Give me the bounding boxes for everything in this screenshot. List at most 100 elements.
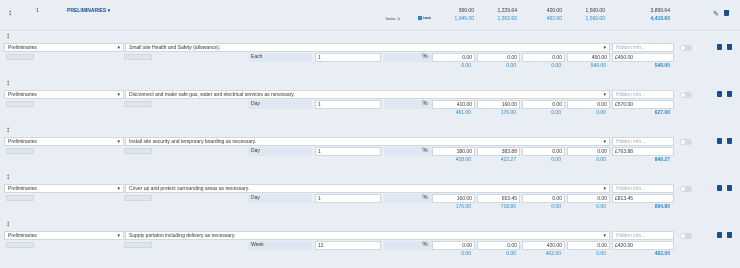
drag-handle-icon[interactable]: ↕ [6, 220, 10, 228]
tag-pill-1[interactable] [6, 101, 34, 107]
category-select[interactable]: Preliminaries ▾ [4, 43, 124, 52]
subcontractor-cost-value: 0.00 [597, 196, 607, 202]
tag-pill-2[interactable] [124, 195, 152, 201]
unit-field[interactable]: Day [248, 194, 312, 203]
header-value-2: 1,229.64 [497, 8, 517, 14]
category-select[interactable]: Preliminaries ▾ [4, 90, 124, 99]
unit-value: Day [251, 101, 260, 107]
drag-handle-icon[interactable]: ↕ [6, 126, 10, 134]
unit-field[interactable]: Each [248, 53, 312, 62]
subcontractor-cost-input[interactable]: 0.00 [567, 241, 610, 250]
materials-markup: 718.80 [500, 204, 516, 210]
category-select[interactable]: Preliminaries ▾ [4, 231, 124, 240]
subcontractor-cost-input[interactable]: 0.00 [567, 147, 610, 156]
copy-icon[interactable] [717, 232, 722, 238]
hidden-info-input[interactable]: Hidden info... [612, 90, 674, 99]
materials-cost-input[interactable]: 653.45 [477, 194, 520, 203]
header-markup-1: 1,045.00 [454, 16, 474, 22]
quantity-value: 1 [318, 196, 321, 202]
plant-cost-input[interactable]: 420.00 [522, 241, 565, 250]
quantity-input[interactable]: 12 [315, 241, 381, 250]
plant-cost-input[interactable]: 0.00 [522, 147, 565, 156]
tag-pill-1[interactable] [6, 242, 34, 248]
hidden-info-input[interactable]: Hidden info... [612, 137, 674, 146]
tag-pill-2[interactable] [124, 54, 152, 60]
visibility-toggle[interactable] [680, 233, 692, 239]
subcontractor-cost-input[interactable]: 0.00 [567, 100, 610, 109]
drag-handle-icon[interactable]: ↕ [6, 79, 10, 87]
quantity-input[interactable]: 1 [315, 147, 381, 156]
unit-field[interactable]: Day [248, 147, 312, 156]
plant-cost-input[interactable]: 0.00 [522, 53, 565, 62]
tag-pill-1[interactable] [6, 195, 34, 201]
tag-pill-2[interactable] [124, 148, 152, 154]
hidden-info-input[interactable]: Hidden info... [612, 231, 674, 240]
materials-cost-input[interactable]: 0.00 [477, 241, 520, 250]
drag-handle-icon[interactable]: ↕ [8, 9, 12, 17]
plant-cost-input[interactable]: 0.00 [522, 100, 565, 109]
copy-icon[interactable] [717, 138, 722, 144]
plant-markup: 462.00 [545, 251, 561, 257]
labour-cost-value: 0.00 [462, 55, 472, 61]
description-field[interactable]: Small site Health and Safety (allowance)… [125, 43, 610, 52]
copy-icon[interactable] [717, 44, 722, 50]
description-value: Supply portaloo including delivery as ne… [129, 233, 236, 239]
tag-pill-1[interactable] [6, 148, 34, 154]
plant-cost-value: 0.00 [552, 102, 562, 108]
tag-pill-1[interactable] [6, 54, 34, 60]
materials-markup: 176.00 [500, 110, 516, 116]
add-task-button[interactable]: task [418, 15, 431, 20]
materials-cost-input[interactable]: 160.00 [477, 100, 520, 109]
drag-handle-icon[interactable]: ↕ [6, 32, 10, 40]
description-field[interactable]: Disconnect and make safe gas, water and … [125, 90, 610, 99]
visibility-toggle[interactable] [680, 45, 692, 51]
labour-cost-value: 0.00 [462, 243, 472, 249]
labour-cost-input[interactable]: 0.00 [432, 241, 475, 250]
visibility-toggle[interactable] [680, 139, 692, 145]
tag-pill-2[interactable] [124, 242, 152, 248]
plant-cost-input[interactable]: 0.00 [522, 194, 565, 203]
labour-cost-input[interactable]: 380.00 [432, 147, 475, 156]
hidden-info-input[interactable]: Hidden info... [612, 184, 674, 193]
unit-field[interactable]: Day [248, 100, 312, 109]
category-select[interactable]: Preliminaries ▾ [4, 137, 124, 146]
trash-icon[interactable] [724, 10, 729, 16]
section-title[interactable]: PRELIMINARIES ▾ [67, 8, 110, 14]
tag-pill-2[interactable] [124, 101, 152, 107]
materials-cost-input[interactable]: 0.00 [477, 53, 520, 62]
visibility-toggle[interactable] [680, 186, 692, 192]
description-field[interactable]: Install site security and temporary boar… [125, 137, 610, 146]
line-total-value: £570.00 [615, 102, 634, 108]
materials-cost-input[interactable]: 383.88 [477, 147, 520, 156]
trash-icon[interactable] [727, 44, 732, 50]
description-field[interactable]: Supply portaloo including delivery as ne… [125, 231, 610, 240]
chevron-down-icon: ▾ [603, 45, 606, 51]
labour-cost-input[interactable]: 160.00 [432, 194, 475, 203]
drag-handle-icon[interactable]: ↕ [6, 173, 10, 181]
visibility-toggle[interactable] [680, 92, 692, 98]
labour-cost-input[interactable]: 0.00 [432, 53, 475, 62]
description-field[interactable]: Cover up and protect surrounding areas a… [125, 184, 610, 193]
pencil-icon[interactable]: ✎ [713, 10, 719, 18]
category-select[interactable]: Preliminaries ▾ [4, 184, 124, 193]
unit-value: Each [251, 54, 263, 60]
trash-icon[interactable] [727, 138, 732, 144]
copy-icon[interactable] [717, 185, 722, 191]
copy-icon[interactable] [717, 91, 722, 97]
unit-value: Week [251, 242, 264, 248]
grand-total: 840.27 [654, 157, 670, 163]
trash-icon[interactable] [727, 185, 732, 191]
unit-value: Day [251, 195, 260, 201]
unit-field[interactable]: Week [248, 241, 312, 250]
subcontractor-cost-input[interactable]: 0.00 [567, 194, 610, 203]
quantity-input[interactable]: 1 [315, 100, 381, 109]
subcontractor-cost-input[interactable]: 450.00 [567, 53, 610, 62]
quantity-input[interactable]: 1 [315, 53, 381, 62]
hidden-info-input[interactable]: Hidden info... [612, 43, 674, 52]
trash-icon[interactable] [727, 232, 732, 238]
labour-cost-input[interactable]: 410.00 [432, 100, 475, 109]
materials-markup: 0.00 [506, 251, 516, 257]
labour-markup: 176.00 [455, 204, 471, 210]
quantity-input[interactable]: 1 [315, 194, 381, 203]
trash-icon[interactable] [727, 91, 732, 97]
